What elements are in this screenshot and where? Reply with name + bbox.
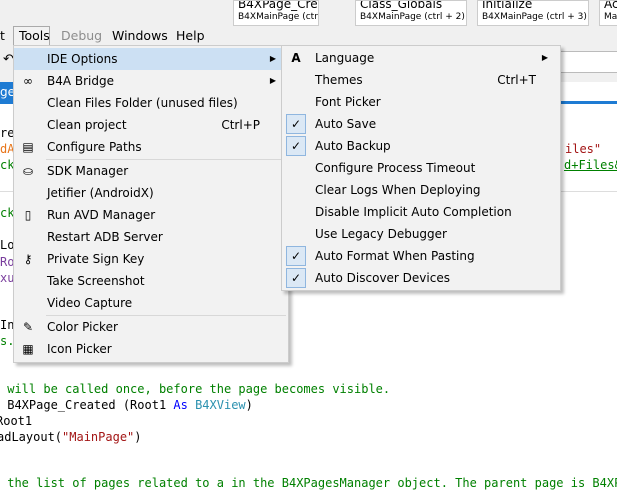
check-icon: ✓ (286, 268, 306, 288)
menu-item-label: Private Sign Key (47, 252, 145, 266)
menu-item-jetifier-androidx[interactable]: Jetifier (AndroidX) (14, 182, 288, 204)
menu-item-clear-logs-when-deploying[interactable]: Clear Logs When Deploying (282, 179, 560, 201)
menu-item-video-capture[interactable]: Video Capture (14, 292, 288, 314)
menu-item-b4a-bridge[interactable]: ∞ B4A Bridge ▶ (14, 70, 288, 92)
code-line: iles" (565, 142, 602, 156)
code-line: Root1 (0, 414, 33, 428)
code-link[interactable]: d+Files&a (564, 158, 617, 172)
menu-tools[interactable]: Tools (19, 28, 50, 43)
shortcut: Ctrl+P (221, 118, 260, 132)
menu-item-label: Font Picker (315, 95, 381, 109)
avd-icon: ▯ (24, 208, 32, 222)
menu-help[interactable]: Help (176, 28, 205, 43)
menu-partial[interactable]: t (0, 28, 5, 43)
menu-item-auto-format-when-pasting[interactable]: ✓ Auto Format When Pasting (282, 245, 560, 267)
menu-windows[interactable]: Windows (112, 28, 168, 43)
menu-item-label: Auto Save (315, 117, 377, 131)
submenu-arrow-icon: ▶ (541, 53, 548, 62)
menu-item-clean-files-folder-unused-files[interactable]: Clean Files Folder (unused files) (14, 92, 288, 114)
menu-item-configure-process-timeout[interactable]: Configure Process Timeout (282, 157, 560, 179)
menu-item-label: SDK Manager (47, 164, 129, 178)
paths-icon: ▤ (22, 140, 34, 154)
color-picker-icon: ✎ (22, 320, 34, 334)
menu-item-auto-discover-devices[interactable]: ✓ Auto Discover Devices (282, 267, 560, 289)
menu-item-configure-paths[interactable]: ▤ Configure Paths (14, 136, 288, 158)
menu-item-label: Restart ADB Server (47, 230, 163, 244)
menu-item-label: B4A Bridge (47, 74, 115, 88)
menu-item-run-avd-manager[interactable]: ▯ Run AVD Manager (14, 204, 288, 226)
menu-item-label: Icon Picker (47, 342, 112, 356)
menu-item-label: Auto Backup (315, 139, 391, 153)
code-comment: will be called once, before the page bec… (0, 382, 391, 396)
check-icon: ✓ (286, 114, 306, 134)
menu-item-label: Auto Format When Pasting (315, 249, 475, 263)
code-line: B4XPage_Created (Root1 As B4XView) (0, 398, 253, 412)
menu-item-sdk-manager[interactable]: ⛀ SDK Manager (14, 160, 288, 182)
menu-item-label: Take Screenshot (47, 274, 145, 288)
menu-item-label: Jetifier (AndroidX) (47, 186, 154, 200)
icon-picker-icon: ▦ (22, 342, 34, 356)
menu-item-themes[interactable]: Themes Ctrl+T (282, 69, 560, 91)
tools-menu: IDE Options ▶ ∞ B4A Bridge ▶ Clean Files Fold… (13, 45, 289, 363)
menu-item-color-picker[interactable]: ✎ Color Picker (14, 316, 288, 338)
menu-item-label: Use Legacy Debugger (315, 227, 447, 241)
quick-tab-2[interactable]: Class_Globals B4XMainPage (ctrl + 2) (355, 0, 467, 26)
menu-item-take-screenshot[interactable]: Take Screenshot (14, 270, 288, 292)
code-line: adLayout("MainPage") (0, 430, 142, 444)
menu-item-auto-backup[interactable]: ✓ Auto Backup (282, 135, 560, 157)
submenu-arrow-icon: ▶ (269, 76, 276, 85)
sdk-icon: ⛀ (22, 164, 34, 178)
check-icon: ✓ (286, 136, 306, 156)
key-icon: ⚷ (23, 252, 33, 266)
quick-tab-3[interactable]: Initialize B4XMainPage (ctrl + 3) (477, 0, 589, 26)
menu-item-label: Clean project (47, 118, 127, 132)
menu-item-private-sign-key[interactable]: ⚷ Private Sign Key (14, 248, 288, 270)
menu-item-label: IDE Options (47, 52, 118, 66)
menu-item-label: Themes (315, 73, 363, 87)
code-comment: the list of pages related to a in the B4… (0, 476, 617, 490)
link-icon: ∞ (23, 74, 33, 88)
menu-item-label: Configure Paths (47, 140, 142, 154)
menu-item-restart-adb-server[interactable]: Restart ADB Server (14, 226, 288, 248)
menu-item-label: Clear Logs When Deploying (315, 183, 481, 197)
menu-item-language[interactable]: A Language ▶ (282, 47, 560, 69)
menu-item-icon-picker[interactable]: ▦ Icon Picker (14, 338, 288, 360)
submenu-arrow-icon: ▶ (269, 54, 276, 63)
menu-item-label: Clean Files Folder (unused files) (47, 96, 238, 110)
menu-item-label: Run AVD Manager (47, 208, 156, 222)
menu-item-label: Language (315, 51, 375, 65)
menu-item-label: Color Picker (47, 320, 118, 334)
menu-item-clean-project[interactable]: Clean project Ctrl+P (14, 114, 288, 136)
menu-item-font-picker[interactable]: Font Picker (282, 91, 560, 113)
menu-debug[interactable]: Debug (61, 28, 102, 43)
font-icon: A (291, 51, 301, 65)
menu-item-label: Auto Discover Devices (315, 271, 450, 285)
quick-tab-1[interactable]: B4XPage_CreatedB4XMainPage (ctrl + 1) (233, 0, 319, 26)
menu-item-use-legacy-debugger[interactable]: Use Legacy Debugger (282, 223, 560, 245)
menu-item-label: Configure Process Timeout (315, 161, 476, 175)
ide-options-submenu: A Language ▶ Themes Ctrl+T Font Picker ✓ Auto S… (281, 45, 561, 291)
quick-tab-4[interactable]: ActiMain (599, 0, 617, 26)
check-icon: ✓ (286, 246, 306, 266)
shortcut: Ctrl+T (497, 73, 536, 87)
menu-item-ide-options[interactable]: IDE Options ▶ (14, 48, 288, 70)
menu-item-auto-save[interactable]: ✓ Auto Save (282, 113, 560, 135)
menu-item-label: Disable Implicit Auto Completion (315, 205, 512, 219)
menu-item-label: Video Capture (47, 296, 133, 310)
menu-item-disable-implicit-auto-completion[interactable]: Disable Implicit Auto Completion (282, 201, 560, 223)
